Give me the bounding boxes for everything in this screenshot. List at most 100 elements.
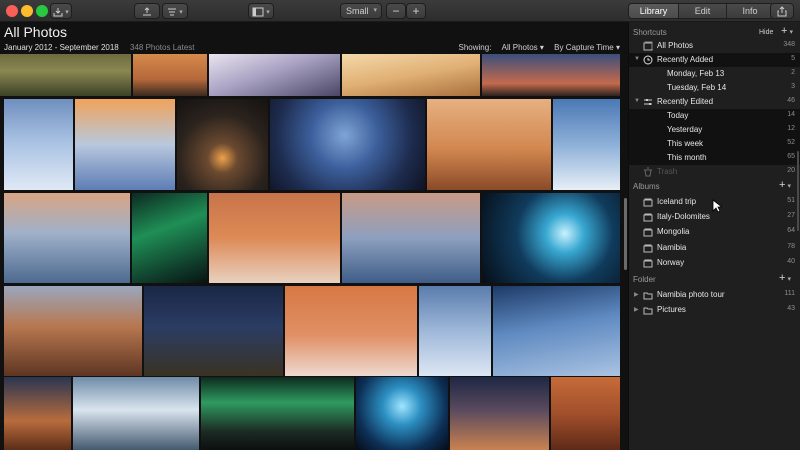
mode-tabs: Library Edit Info [628, 3, 774, 19]
tab-info[interactable]: Info [727, 4, 773, 18]
library-header: All Photos January 2012 - September 2018… [0, 22, 628, 54]
tab-edit[interactable]: Edit [679, 4, 727, 18]
sidebar-item-label: Recently Edited [657, 97, 714, 106]
grid-scrollbar[interactable] [624, 198, 627, 270]
sidebar-item-count: 78 [787, 243, 795, 250]
photo-thumbnail[interactable] [427, 99, 551, 190]
sidebar-item-count: 51 [787, 197, 795, 204]
sidebar-item-count: 20 [787, 167, 795, 174]
trash-icon [644, 167, 652, 177]
sidebar-item-count: 27 [787, 212, 795, 219]
date-range: January 2012 - September 2018 [4, 43, 119, 52]
sidebar-item-count: 65 [787, 153, 795, 160]
photo-thumbnail[interactable] [285, 286, 417, 376]
sidebar-item-album[interactable]: Mongolia 64 [629, 225, 800, 239]
photo-thumbnail[interactable] [201, 377, 354, 450]
sidebar-item-recently-added[interactable]: ▼ Recently Added 5 [629, 53, 800, 67]
sidebar-item-this-month[interactable]: This month 65 [629, 151, 800, 165]
photo-thumbnail[interactable] [270, 99, 425, 190]
sidebar-item-count: 46 [787, 97, 795, 104]
photo-thumbnail[interactable] [0, 54, 131, 96]
folder-icon [643, 307, 653, 315]
import-button[interactable]: ▾ [50, 3, 72, 19]
photo-thumbnail[interactable] [419, 286, 491, 376]
sidebar-item-label: Recently Added [657, 55, 714, 64]
export-button[interactable] [134, 3, 160, 19]
share-button[interactable] [770, 3, 794, 19]
expand-arrow-icon[interactable]: ▶ [634, 306, 639, 313]
photo-thumbnail[interactable] [493, 286, 620, 376]
photo-grid [0, 54, 628, 450]
folder-icon [643, 292, 653, 300]
sidebar-item-label: Namibia [657, 243, 687, 252]
photo-thumbnail[interactable] [4, 99, 73, 190]
photo-thumbnail[interactable] [209, 193, 340, 283]
zoom-out-button[interactable]: − [386, 3, 406, 19]
sidebar: Shortcuts Hide + ▾ All Photos 348 ▼ Recen… [628, 22, 800, 450]
expand-arrow-icon[interactable]: ▶ [634, 291, 639, 298]
sidebar-item-count: 348 [783, 41, 795, 48]
minimize-window-button[interactable] [21, 5, 33, 17]
sidebar-item-folder[interactable]: ▶ Namibia photo tour 111 [629, 288, 800, 302]
photo-thumbnail[interactable] [132, 193, 207, 283]
thumbnail-size-value: Small [346, 6, 369, 16]
window-titlebar: ▾ ▾ ▾ Small ▾ − + Library Edit Info [0, 0, 800, 22]
photo-thumbnail[interactable] [4, 193, 130, 283]
album-icon [643, 228, 653, 237]
add-icon: + [779, 179, 786, 191]
view-filter-bar: Showing: All Photos ▾ By Capture Time ▾ [459, 43, 621, 52]
photo-thumbnail[interactable] [73, 377, 199, 450]
sidebar-item-this-week[interactable]: This week 52 [629, 137, 800, 151]
photo-thumbnail[interactable] [553, 99, 620, 190]
sidebar-item-today[interactable]: Today 14 [629, 109, 800, 123]
sidebar-item-count: 64 [787, 227, 795, 234]
photo-thumbnail[interactable] [144, 286, 283, 376]
close-window-button[interactable] [6, 5, 18, 17]
expand-arrow-icon[interactable]: ▼ [634, 56, 640, 62]
sidebar-item-all-photos[interactable]: All Photos 348 [629, 39, 800, 53]
tab-library[interactable]: Library [629, 4, 679, 18]
expand-arrow-icon[interactable]: ▼ [634, 98, 640, 104]
photo-thumbnail[interactable] [133, 54, 207, 96]
photo-thumbnail[interactable] [209, 54, 340, 96]
sidebar-item-yesterday[interactable]: Yesterday 12 [629, 123, 800, 137]
albums-section-label: Albums [633, 182, 660, 191]
sidebar-item-trash[interactable]: Trash 20 [629, 165, 800, 179]
album-icon [643, 244, 653, 253]
sidebar-item-label: All Photos [657, 41, 694, 50]
thumbnail-size-select[interactable]: Small ▾ [340, 3, 382, 19]
sidebar-item-folder[interactable]: ▶ Pictures 43 [629, 303, 800, 317]
add-album-button[interactable]: + ▾ [779, 179, 791, 191]
photo-count: 348 Photos Latest [130, 43, 195, 52]
add-icon: + [781, 25, 788, 37]
photo-thumbnail[interactable] [450, 377, 549, 450]
clock-icon [643, 55, 653, 65]
sidebar-item-recently-edited[interactable]: ▼ Recently Edited 46 [629, 95, 800, 109]
photo-thumbnail[interactable] [482, 54, 620, 96]
photo-thumbnail[interactable] [4, 286, 142, 376]
zoom-window-button[interactable] [36, 5, 48, 17]
photo-thumbnail[interactable] [342, 54, 480, 96]
sidebar-item-tuesday[interactable]: Tuesday, Feb 14 3 [629, 81, 800, 95]
hide-shortcuts-button[interactable]: Hide [759, 29, 773, 36]
photo-thumbnail[interactable] [342, 193, 480, 283]
add-folder-button[interactable]: + ▾ [779, 272, 791, 284]
sidebar-item-album[interactable]: Norway 40 [629, 256, 800, 270]
add-shortcut-button[interactable]: + ▾ [781, 25, 793, 37]
mouse-cursor-icon [712, 199, 722, 213]
photo-thumbnail[interactable] [4, 377, 71, 450]
view-mode-button[interactable]: ▾ [248, 3, 274, 19]
photo-thumbnail[interactable] [356, 377, 448, 450]
photo-thumbnail[interactable] [551, 377, 620, 450]
sidebar-scrollbar[interactable] [797, 151, 799, 231]
filter-button[interactable]: ▾ [162, 3, 188, 19]
sidebar-item-monday[interactable]: Monday, Feb 13 2 [629, 67, 800, 81]
showing-select[interactable]: All Photos ▾ [498, 43, 544, 52]
zoom-in-button[interactable]: + [406, 3, 426, 19]
album-icon [643, 259, 653, 268]
photo-thumbnail[interactable] [75, 99, 175, 190]
sidebar-item-album[interactable]: Namibia 78 [629, 241, 800, 255]
photo-thumbnail[interactable] [482, 193, 620, 283]
sort-select[interactable]: By Capture Time ▾ [550, 43, 620, 52]
photo-thumbnail[interactable] [177, 99, 268, 190]
